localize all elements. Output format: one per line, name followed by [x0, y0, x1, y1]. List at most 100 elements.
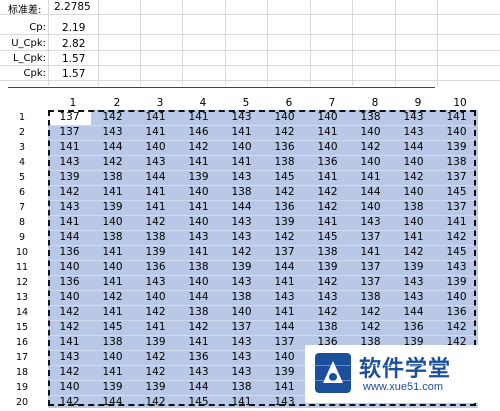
- row-header[interactable]: 15: [0, 322, 44, 333]
- table-cell[interactable]: 142: [91, 290, 134, 305]
- table-cell[interactable]: 137: [349, 260, 392, 275]
- table-cell[interactable]: 145: [91, 320, 134, 335]
- column-header[interactable]: 3: [139, 97, 181, 109]
- table-cell[interactable]: 141: [134, 125, 177, 140]
- table-cell[interactable]: 141: [48, 215, 91, 230]
- table-cell[interactable]: 140: [91, 350, 134, 365]
- table-cell[interactable]: 141: [177, 245, 220, 260]
- table-cell[interactable]: 142: [177, 140, 220, 155]
- table-cell[interactable]: 140: [220, 305, 263, 320]
- table-cell[interactable]: 139: [91, 380, 134, 395]
- table-cell[interactable]: 141: [220, 125, 263, 140]
- table-cell[interactable]: 140: [392, 185, 435, 200]
- table-cell[interactable]: 136: [48, 245, 91, 260]
- row-header[interactable]: 8: [0, 217, 44, 228]
- table-cell[interactable]: 138: [349, 290, 392, 305]
- table-cell[interactable]: 141: [177, 335, 220, 350]
- table-cell[interactable]: 140: [349, 200, 392, 215]
- table-cell[interactable]: 142: [306, 275, 349, 290]
- row-header[interactable]: 19: [0, 382, 44, 393]
- table-cell[interactable]: 141: [91, 305, 134, 320]
- table-cell[interactable]: 139: [435, 275, 478, 290]
- table-cell[interactable]: 142: [306, 305, 349, 320]
- table-cell[interactable]: 144: [392, 140, 435, 155]
- table-cell[interactable]: 142: [349, 305, 392, 320]
- table-cell[interactable]: 141: [177, 155, 220, 170]
- table-cell[interactable]: 143: [220, 170, 263, 185]
- table-cell[interactable]: 136: [177, 350, 220, 365]
- table-cell[interactable]: 138: [177, 305, 220, 320]
- table-cell[interactable]: 138: [91, 230, 134, 245]
- table-cell[interactable]: 137: [263, 245, 306, 260]
- table-cell[interactable]: 137: [263, 335, 306, 350]
- row-header[interactable]: 5: [0, 172, 44, 183]
- table-cell[interactable]: 143: [220, 215, 263, 230]
- row-header[interactable]: 1: [0, 112, 44, 123]
- table-cell[interactable]: 144: [349, 185, 392, 200]
- table-cell[interactable]: 142: [48, 320, 91, 335]
- column-header[interactable]: 2: [96, 97, 138, 109]
- table-cell[interactable]: 145: [306, 230, 349, 245]
- table-cell[interactable]: 145: [435, 245, 478, 260]
- table-cell[interactable]: 143: [220, 335, 263, 350]
- table-cell[interactable]: 144: [220, 200, 263, 215]
- table-cell[interactable]: 140: [263, 350, 306, 365]
- row-header[interactable]: 4: [0, 157, 44, 168]
- ucpk-value[interactable]: 2.82: [62, 38, 85, 50]
- table-cell[interactable]: 143: [48, 350, 91, 365]
- table-cell[interactable]: 141: [48, 335, 91, 350]
- table-cell[interactable]: 137: [48, 110, 91, 125]
- table-cell[interactable]: 138: [435, 155, 478, 170]
- table-cell[interactable]: 144: [177, 380, 220, 395]
- table-cell[interactable]: 142: [263, 230, 306, 245]
- table-cell[interactable]: 143: [134, 275, 177, 290]
- table-cell[interactable]: 142: [134, 350, 177, 365]
- table-cell[interactable]: 143: [177, 365, 220, 380]
- row-header[interactable]: 9: [0, 232, 44, 243]
- table-cell[interactable]: 144: [48, 230, 91, 245]
- table-cell[interactable]: 136: [263, 200, 306, 215]
- table-cell[interactable]: 139: [263, 365, 306, 380]
- table-cell[interactable]: 138: [91, 170, 134, 185]
- table-cell[interactable]: 142: [263, 125, 306, 140]
- table-cell[interactable]: 143: [91, 125, 134, 140]
- table-cell[interactable]: 143: [349, 215, 392, 230]
- std-value[interactable]: 2.2785: [54, 1, 91, 13]
- table-cell[interactable]: 142: [134, 365, 177, 380]
- table-cell[interactable]: 141: [306, 215, 349, 230]
- table-cell[interactable]: 140: [306, 110, 349, 125]
- table-cell[interactable]: 137: [349, 275, 392, 290]
- table-cell[interactable]: 138: [392, 200, 435, 215]
- cpk-value[interactable]: 1.57: [62, 68, 85, 80]
- table-cell[interactable]: 141: [220, 155, 263, 170]
- row-header[interactable]: 14: [0, 307, 44, 318]
- row-header[interactable]: 2: [0, 127, 44, 138]
- table-cell[interactable]: 141: [306, 125, 349, 140]
- column-header[interactable]: 6: [268, 97, 310, 109]
- table-cell[interactable]: 139: [263, 215, 306, 230]
- table-cell[interactable]: 142: [48, 305, 91, 320]
- row-header[interactable]: 12: [0, 277, 44, 288]
- table-cell[interactable]: 143: [220, 230, 263, 245]
- row-header[interactable]: 17: [0, 352, 44, 363]
- table-cell[interactable]: 141: [349, 245, 392, 260]
- table-cell[interactable]: 141: [306, 170, 349, 185]
- column-header[interactable]: 10: [439, 97, 481, 109]
- table-cell[interactable]: 140: [349, 125, 392, 140]
- table-cell[interactable]: 139: [134, 380, 177, 395]
- column-header[interactable]: 9: [397, 97, 439, 109]
- table-cell[interactable]: 140: [177, 275, 220, 290]
- row-header[interactable]: 13: [0, 292, 44, 303]
- table-cell[interactable]: 142: [134, 305, 177, 320]
- table-cell[interactable]: 140: [177, 185, 220, 200]
- table-cell[interactable]: 140: [48, 260, 91, 275]
- table-cell[interactable]: 141: [263, 275, 306, 290]
- table-cell[interactable]: 142: [349, 140, 392, 155]
- table-cell[interactable]: 141: [177, 110, 220, 125]
- table-cell[interactable]: 140: [263, 110, 306, 125]
- column-header[interactable]: 8: [354, 97, 396, 109]
- table-cell[interactable]: 141: [435, 215, 478, 230]
- table-cell[interactable]: 141: [134, 320, 177, 335]
- table-cell[interactable]: 142: [306, 185, 349, 200]
- row-header[interactable]: 7: [0, 202, 44, 213]
